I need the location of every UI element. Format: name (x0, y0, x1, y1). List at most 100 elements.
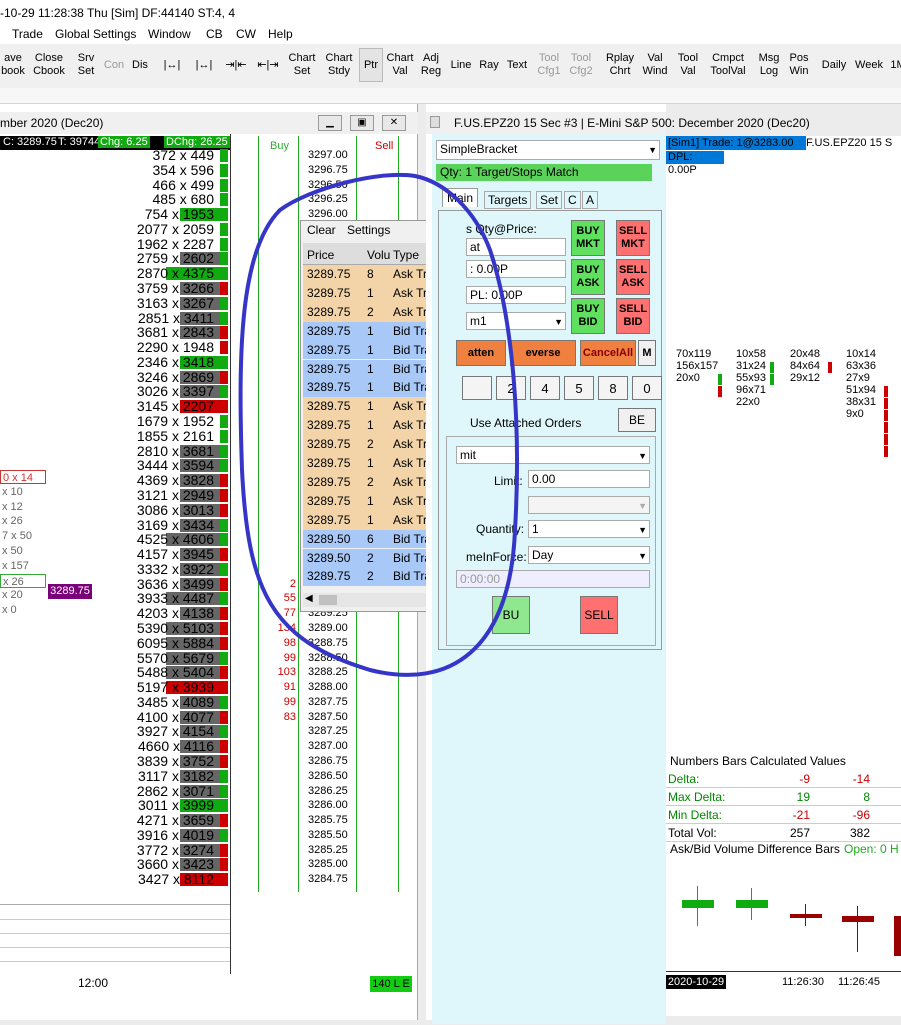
buy-ask-button[interactable]: BUY ASK (571, 259, 605, 295)
dom-row[interactable]: 2290 x 1948 (70, 340, 230, 355)
dom-row[interactable]: 5390 x 5103 (70, 621, 230, 636)
limit-input[interactable]: 0.00 (528, 470, 650, 488)
toolbar-button-19[interactable]: Rplay Chrt (603, 48, 637, 82)
dom-row[interactable]: 5570 x 5679 (70, 650, 230, 666)
sell-ask-button[interactable]: SELL ASK (616, 259, 650, 295)
toolbar-button-6[interactable]: |↔| (190, 48, 218, 82)
dom-row[interactable]: 4660 x 4116 (70, 739, 230, 754)
dom-row[interactable]: 3660 x 3423 (70, 857, 230, 872)
quantity-input[interactable]: 1 ▼ (528, 520, 650, 538)
toolbar-button-21[interactable]: Tool Val (673, 48, 703, 82)
dom-row[interactable]: 3117 x 3182 (70, 768, 230, 784)
dom-row[interactable]: 754 x 1953 (70, 207, 230, 222)
menu-cb[interactable]: CB (206, 27, 223, 41)
toolbar-button-15[interactable]: Ray (477, 48, 501, 82)
sell-market-button[interactable]: SELL MKT (616, 220, 650, 256)
toolbar-button-2[interactable]: Srv Set (74, 48, 98, 82)
toolbar-button-7[interactable]: ⇥|⇤ (222, 48, 250, 82)
menu-cw[interactable]: CW (236, 27, 256, 41)
dom-row[interactable]: 4369 x 3828 (70, 473, 230, 488)
dom-row[interactable]: 3332 x 3922 (70, 562, 230, 577)
price-level[interactable]: 3287.50 (308, 710, 356, 725)
sell-button[interactable]: SELL (580, 596, 618, 634)
toolbar-button-8[interactable]: ⇤|⇥ (254, 48, 282, 82)
m-button[interactable]: M (638, 340, 656, 366)
dom-row[interactable]: 3681 x 2843 (70, 325, 230, 340)
dom-row[interactable]: 4525 x 4606 (70, 532, 230, 547)
price-level[interactable]: 3286.25 (308, 784, 356, 799)
price-level[interactable]: 3286.75 (308, 754, 356, 769)
toolbar-button-14[interactable]: Line (448, 48, 474, 82)
price-level[interactable]: 3285.75 (308, 813, 356, 828)
time-in-force-select[interactable]: Day ▼ (528, 546, 650, 564)
dom-row[interactable]: 485 x 680 (70, 192, 230, 207)
buy-bid-button[interactable]: BUY BID (571, 298, 605, 334)
dom-row[interactable]: 5488 x 5404 (70, 665, 230, 680)
dom-row[interactable]: 6095 x 5884 (70, 635, 230, 651)
dom-row[interactable]: 3169 x 3434 (70, 517, 230, 533)
dom-row[interactable]: 3485 x 4089 (70, 695, 230, 710)
dom-row[interactable]: 3026 x 3397 (70, 384, 230, 399)
toolbar-button-11[interactable]: Ptr (359, 48, 383, 82)
dom-row[interactable]: 1855 x 2161 (70, 429, 230, 444)
price-level[interactable]: 3284.75 (308, 872, 356, 887)
toolbar-button-18[interactable]: Tool Cfg2 (566, 48, 596, 82)
menu-window[interactable]: Window (148, 27, 191, 41)
quantity-preset-button[interactable]: 5 (564, 376, 594, 400)
quantity-preset-button[interactable]: 0 (632, 376, 662, 400)
dom-row[interactable]: 3759 x 3266 (70, 281, 230, 296)
toolbar-button-17[interactable]: Tool Cfg1 (534, 48, 564, 82)
toolbar-button-20[interactable]: Val Wind (640, 48, 670, 82)
sell-bid-button[interactable]: SELL BID (616, 298, 650, 334)
dom-row[interactable]: 372 x 449 (70, 148, 230, 163)
be-button[interactable]: BE (618, 408, 656, 432)
toolbar-button-24[interactable]: Pos Win (786, 48, 812, 82)
menu-global-settings[interactable]: Global Settings (55, 27, 136, 41)
toolbar-button-27[interactable]: 1M (888, 48, 901, 82)
price-level[interactable]: 3286.50 (308, 769, 356, 784)
menu-trade[interactable]: Trade (12, 27, 43, 41)
dom-row[interactable]: 3636 x 3499 (70, 576, 230, 592)
dom-row[interactable]: 3246 x 2869 (70, 369, 230, 385)
toolbar-button-3[interactable]: Con (100, 48, 128, 82)
dom-row[interactable]: 1679 x 1952 (70, 414, 230, 429)
price-level[interactable]: 3285.00 (308, 857, 356, 872)
dom-row[interactable]: 4100 x 4077 (70, 709, 230, 725)
dom-row[interactable]: 3086 x 3013 (70, 502, 230, 518)
dom-row[interactable]: 3927 x 4154 (70, 724, 230, 739)
minimize-button[interactable]: ▁ (318, 115, 342, 131)
dom-row[interactable]: 2346 x 3418 (70, 355, 230, 370)
buy-market-button[interactable]: BUY MKT (571, 220, 605, 256)
cancel-all-button[interactable]: CancelAll (580, 340, 636, 366)
dom-row[interactable]: 466 x 499 (70, 177, 230, 193)
toolbar-button-25[interactable]: Daily (818, 48, 850, 82)
tab-c[interactable]: C (564, 191, 581, 209)
dom-row[interactable]: 2851 x 3411 (70, 310, 230, 326)
dom-row[interactable]: 354 x 596 (70, 162, 230, 178)
close-button[interactable]: ✕ (382, 115, 406, 131)
toolbar-button-12[interactable]: Chart Val (385, 48, 415, 82)
price-level[interactable]: 3285.25 (308, 843, 356, 858)
dom-row[interactable]: 3427 x 8112 (70, 872, 230, 887)
dom-row[interactable]: 3145 x 2207 (70, 399, 230, 414)
tab-a[interactable]: A (582, 191, 599, 209)
dom-row[interactable]: 5197 x 3939 (70, 680, 230, 695)
tab-set[interactable]: Set (536, 191, 563, 209)
toolbar-button-9[interactable]: Chart Set (287, 48, 317, 82)
price-level[interactable]: 3286.00 (308, 798, 356, 813)
price-level[interactable]: 3285.50 (308, 828, 356, 843)
toolbar-button-13[interactable]: Adj Reg (418, 48, 444, 82)
dom-row[interactable]: 3839 x 3752 (70, 754, 230, 769)
dom-row[interactable]: 2810 x 3681 (70, 443, 230, 459)
price-level[interactable]: 3287.00 (308, 739, 356, 754)
dom-row[interactable]: 4157 x 3945 (70, 547, 230, 562)
dom-row[interactable]: 4271 x 3659 (70, 813, 230, 828)
price-level[interactable]: 3297.00 (308, 148, 356, 163)
menu-help[interactable]: Help (268, 27, 293, 41)
dom-row[interactable]: 3933 x 4487 (70, 591, 230, 606)
toolbar-button-0[interactable]: ave book (0, 48, 26, 82)
dom-row[interactable]: 3011 x 3999 (70, 798, 230, 813)
dom-row[interactable]: 3121 x 2949 (70, 488, 230, 503)
dom-row[interactable]: 3772 x 3274 (70, 842, 230, 858)
quantity-preset-button[interactable]: 4 (530, 376, 560, 400)
